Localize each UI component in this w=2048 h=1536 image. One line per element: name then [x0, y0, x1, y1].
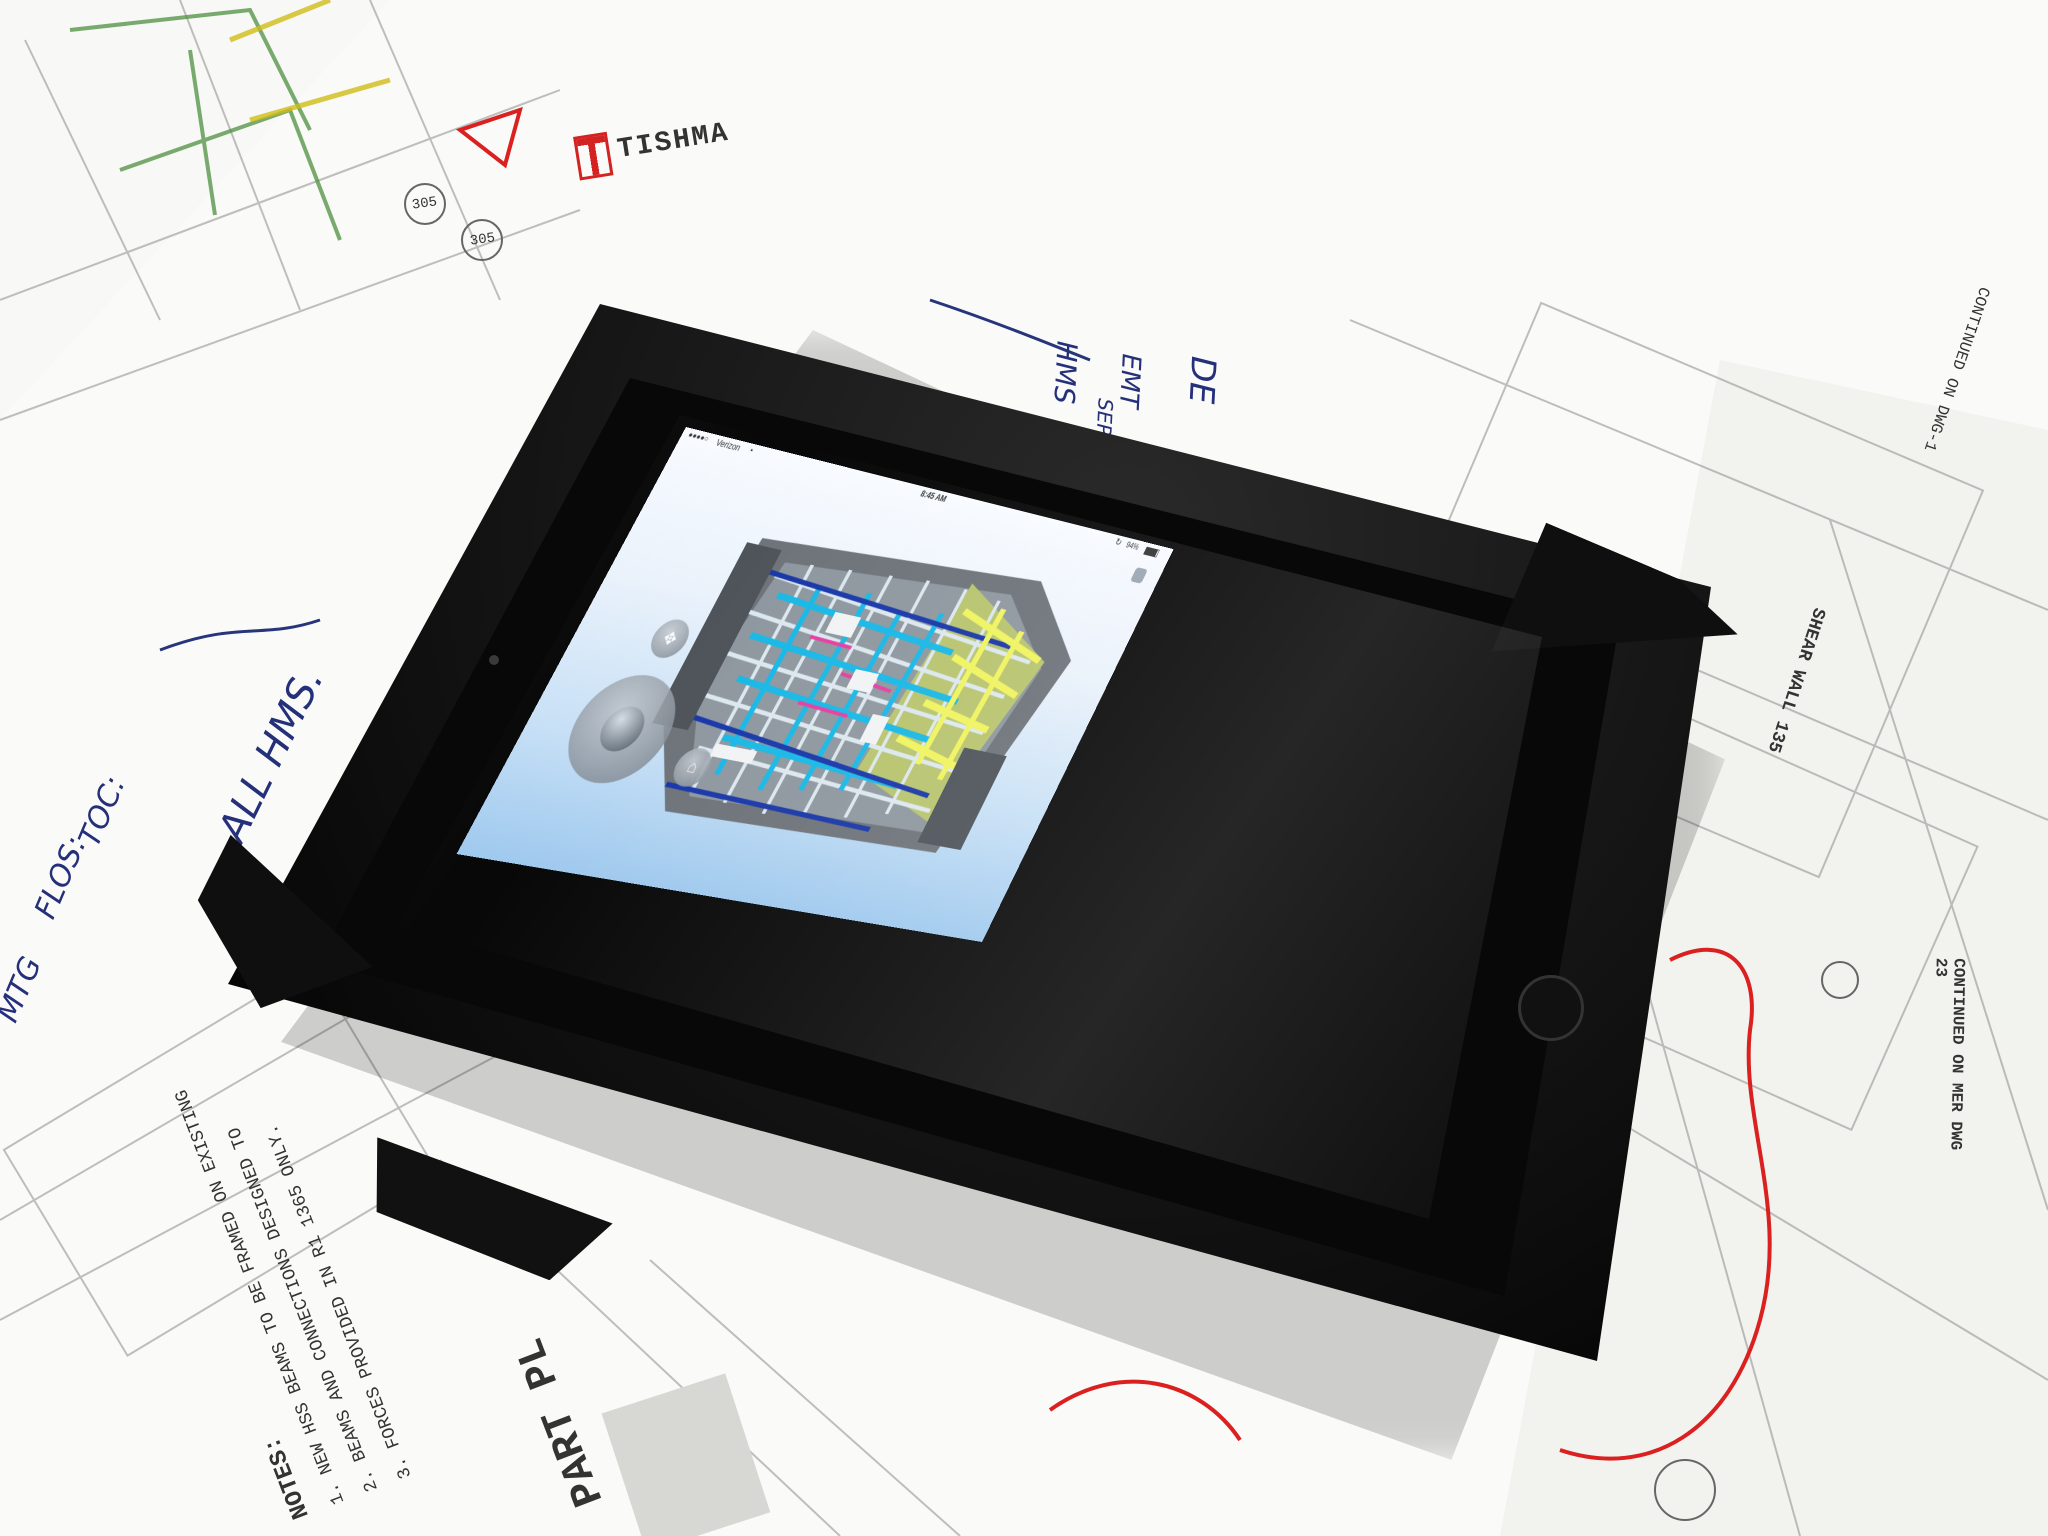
tablet-front-camera [489, 655, 499, 665]
menu-icon[interactable] [1129, 567, 1148, 584]
right-drawing-label-3: CONTINUED ON MER DWG 23 [1931, 957, 1968, 1151]
bim-model-viewer[interactable] [607, 501, 1114, 874]
status-time: 8:45 AM [918, 488, 949, 505]
battery-icon [1143, 546, 1160, 558]
handwritten-note-de: DE [1180, 355, 1224, 405]
logo-mark-icon [573, 131, 614, 181]
carrier-name: Verizon [714, 437, 743, 453]
wifi-icon: ◔ [745, 444, 757, 457]
photo-scene: TISHMA 305 305 DE EMT SEP HMS - ALL HMS.… [0, 0, 2048, 1536]
battery-percentage: 94% [1124, 540, 1141, 552]
bim-model-icon [610, 514, 1103, 867]
handwritten-note-emt: EMT [1112, 352, 1146, 410]
tablet-home-button[interactable] [1518, 975, 1584, 1041]
joystick-control-icon [591, 703, 653, 755]
battery-fill-icon [1143, 547, 1159, 557]
signal-icon: ●●●●○ [686, 430, 711, 444]
handwritten-note-hms: HMS [1047, 340, 1084, 405]
rotation-lock-icon: ↻ [1113, 535, 1125, 548]
